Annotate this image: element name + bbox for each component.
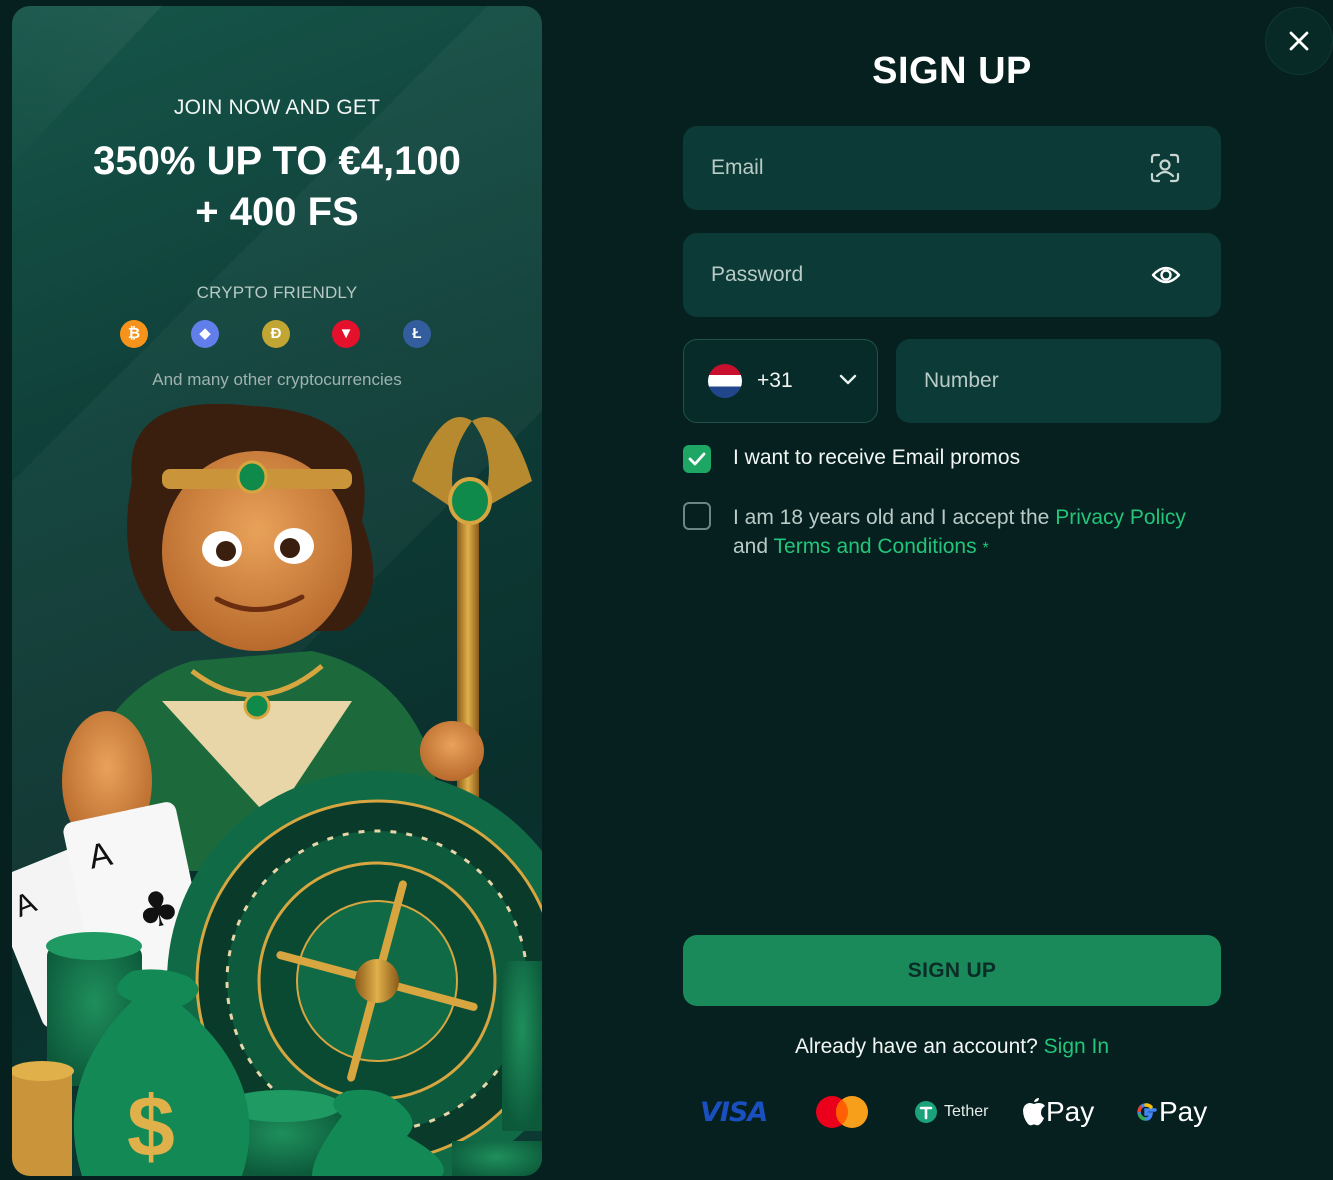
google-g-icon	[1137, 1103, 1157, 1121]
tether-text: Tether	[944, 1103, 989, 1120]
show-password-eye-icon[interactable]	[1151, 264, 1181, 286]
sign-up-button[interactable]: SIGN UP	[683, 935, 1221, 1006]
checkmark-icon	[688, 452, 706, 466]
phone-number-field[interactable]	[896, 339, 1221, 423]
tether-logo: Tether	[914, 1090, 988, 1134]
chevron-down-icon	[839, 374, 857, 385]
ethereum-icon: ◆	[191, 320, 219, 348]
apple-pay-text: Pay	[1046, 1096, 1095, 1127]
promo-headline-line1: 350% UP TO €4,100	[93, 139, 461, 183]
sign-in-link[interactable]: Sign In	[1044, 1035, 1109, 1058]
visa-logo: VISA	[700, 1090, 768, 1134]
tether-icon	[915, 1101, 937, 1123]
close-button[interactable]	[1265, 7, 1333, 75]
dogecoin-icon: Ð	[262, 320, 290, 348]
terms-conditions-link[interactable]: Terms and Conditions	[774, 535, 977, 558]
password-field[interactable]	[683, 233, 1221, 317]
crypto-coin-row: ₿ ◆ Ð ▼ Ł	[120, 320, 440, 350]
promo-intro: JOIN NOW AND GET	[173, 96, 381, 119]
crypto-many-label: And many other cryptocurrencies	[152, 370, 402, 389]
tron-icon: ▼	[332, 320, 360, 348]
promo-panel: JOIN NOW AND GET 350% UP TO €4,100 + 400…	[12, 6, 542, 1176]
email-promos-checkbox[interactable]	[683, 445, 711, 473]
apple-icon	[1023, 1098, 1045, 1126]
already-account-text: Already have an account?	[794, 1035, 1038, 1058]
age-terms-checkbox[interactable]	[683, 502, 711, 530]
terms-and: and	[733, 535, 769, 558]
required-asterisk: *	[982, 540, 989, 557]
google-pay-logo: Pay	[1133, 1090, 1207, 1134]
apple-pay-logo: Pay	[1022, 1090, 1094, 1134]
email-field[interactable]	[683, 126, 1221, 210]
litecoin-icon: Ł	[403, 320, 431, 348]
signin-prompt: Already have an account? Sign In	[683, 1035, 1221, 1059]
phone-field-wrapper	[896, 339, 1221, 423]
svg-text:$: $	[127, 1079, 175, 1175]
country-code-select[interactable]: +31	[683, 339, 878, 423]
netherlands-flag-icon	[708, 364, 742, 398]
page-title: SIGN UP	[872, 50, 1032, 92]
email-field-wrapper	[683, 126, 1221, 210]
bitcoin-icon: ₿	[120, 320, 148, 348]
account-scan-icon	[1150, 153, 1180, 183]
promo-headline: 350% UP TO €4,100 + 400 FS	[12, 136, 542, 238]
password-field-wrapper	[683, 233, 1221, 317]
hero-illustration: A ♣ A $	[12, 403, 542, 1176]
country-code-value: +31	[757, 369, 793, 392]
mastercard-logo	[815, 1090, 869, 1134]
mastercard-icon	[816, 1096, 868, 1128]
age-terms-text: I am 18 years old and I accept the Priva…	[733, 503, 1233, 563]
promo-headline-line2: + 400 FS	[195, 190, 359, 234]
google-pay-text: Pay	[1159, 1096, 1208, 1127]
visa-text: VISA	[700, 1096, 768, 1128]
email-promos-label: I want to receive Email promos	[733, 446, 1021, 469]
terms-prefix: I am 18 years old and I accept the	[733, 506, 1050, 529]
close-icon	[1289, 31, 1309, 51]
crypto-friendly-label: CRYPTO FRIENDLY	[196, 283, 358, 302]
privacy-policy-link[interactable]: Privacy Policy	[1055, 506, 1186, 529]
